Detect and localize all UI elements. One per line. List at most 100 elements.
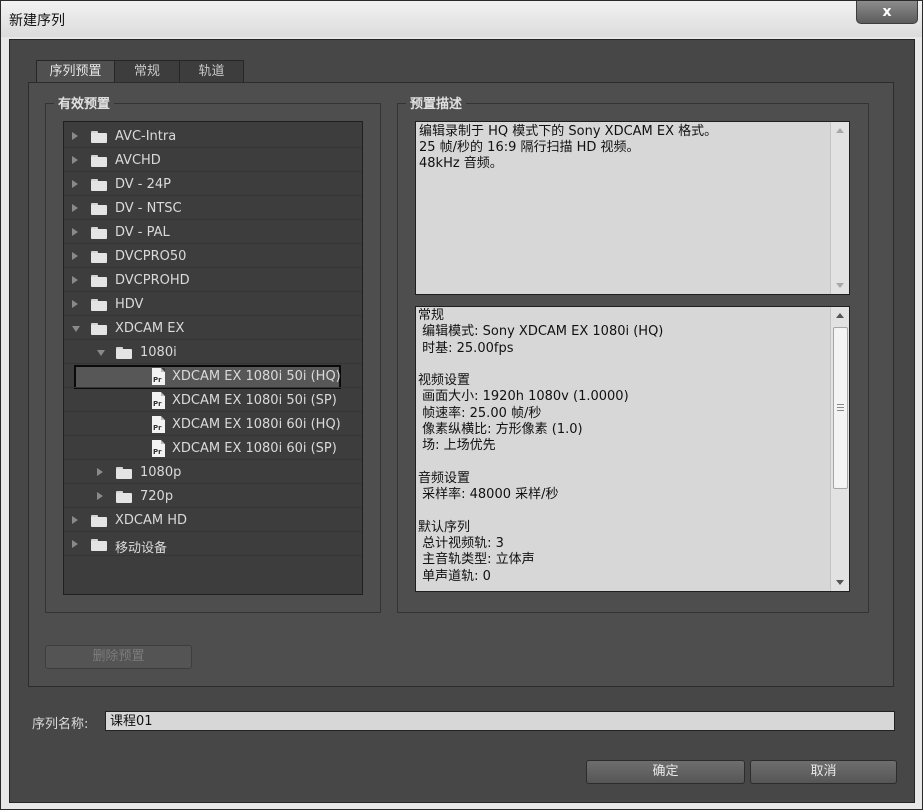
tree-item-label: 移动设备	[115, 541, 168, 556]
collapsed-arrow-icon[interactable]	[72, 276, 78, 284]
tree-folder-item[interactable]: 720p	[64, 486, 362, 508]
title-bar: 新建序列 x	[1, 1, 922, 37]
expanded-arrow-icon[interactable]	[72, 326, 80, 332]
tree-preset-item[interactable]: Pr XDCAM EX 1080i 60i (HQ)	[64, 414, 362, 436]
detail-line: 总计视频轨: 3	[418, 536, 504, 552]
folder-icon	[116, 491, 132, 503]
tree-folder-item[interactable]: 1080p	[64, 462, 362, 484]
detail-line: 常规	[418, 308, 445, 323]
scroll-up-icon[interactable]	[836, 313, 844, 318]
tree-item-label: DV - PAL	[115, 225, 170, 240]
description-line: 编辑录制于 HQ 模式下的 Sony XDCAM EX 格式。	[419, 124, 718, 139]
folder-icon	[91, 155, 107, 167]
preset-description-title: 预置描述	[406, 93, 467, 112]
detail-line: 默认序列	[418, 519, 471, 535]
preset-tree[interactable]: AVC-Intra AVCHD DV - 24P DV - NTSC DV - PAL D…	[63, 121, 363, 595]
tree-folder-item[interactable]: XDCAM EX	[64, 318, 362, 340]
tree-folder-item[interactable]: AVC-Intra	[64, 126, 362, 148]
folder-icon	[116, 347, 132, 359]
tree-folder-item[interactable]: DVCPROHD	[64, 270, 362, 292]
detail-line	[418, 455, 663, 471]
cancel-button[interactable]: 取消	[750, 760, 897, 784]
folder-icon	[91, 251, 107, 263]
tab-general[interactable]: 常规	[114, 60, 180, 82]
collapsed-arrow-icon[interactable]	[97, 468, 103, 476]
sequence-name-label: 序列名称:	[32, 717, 89, 732]
tree-folder-item[interactable]: DV - NTSC	[64, 198, 362, 220]
folder-icon	[91, 323, 107, 335]
collapsed-arrow-icon[interactable]	[72, 540, 78, 548]
collapsed-arrow-icon[interactable]	[72, 132, 78, 140]
detail-line: 场: 上场优先	[418, 438, 496, 454]
detail-line: 像素纵横比: 方形像素 (1.0)	[418, 422, 583, 438]
tree-folder-item[interactable]: 移动设备	[64, 534, 362, 556]
new-sequence-dialog: 新建序列 x 序列预置 常规 轨道 有效预置 AVC-Intra AVCHD DV …	[0, 0, 923, 810]
tree-folder-item[interactable]: 1080i	[64, 342, 362, 364]
details-text: 常规 编辑模式: Sony XDCAM EX 1080i (HQ) 时基: 25…	[418, 308, 663, 585]
scroll-thumb[interactable]	[833, 327, 848, 489]
preset-details-box[interactable]: 常规 编辑模式: Sony XDCAM EX 1080i (HQ) 时基: 25…	[415, 306, 850, 592]
premiere-file-icon: Pr	[152, 392, 165, 409]
premiere-file-icon: Pr	[152, 416, 165, 433]
description-scrollbar[interactable]	[830, 122, 849, 294]
detail-line: 采样率: 48000 采样/秒	[418, 487, 559, 503]
available-presets-title: 有效预置	[54, 93, 115, 112]
expanded-arrow-icon[interactable]	[97, 350, 105, 356]
details-scrollbar[interactable]	[830, 307, 849, 591]
tree-item-label: AVC-Intra	[115, 129, 177, 144]
collapsed-arrow-icon[interactable]	[72, 300, 78, 308]
description-text: 编辑录制于 HQ 模式下的 Sony XDCAM EX 格式。 25 帧/秒的 1…	[419, 124, 717, 172]
folder-icon	[91, 275, 107, 287]
preset-description-box[interactable]: 编辑录制于 HQ 模式下的 Sony XDCAM EX 格式。 25 帧/秒的 1…	[415, 121, 850, 295]
scroll-up-icon[interactable]	[836, 128, 844, 133]
detail-line: 单声道轨: 0	[418, 568, 491, 584]
tree-folder-item[interactable]: AVCHD	[64, 150, 362, 172]
detail-line: 画面大小: 1920h 1080v (1.0000)	[418, 389, 629, 405]
tree-preset-item[interactable]: Pr XDCAM EX 1080i 50i (HQ)	[64, 366, 362, 388]
window-title: 新建序列	[9, 13, 65, 29]
collapsed-arrow-icon[interactable]	[72, 228, 78, 236]
tree-folder-item[interactable]: XDCAM HD	[64, 510, 362, 532]
tree-folder-item[interactable]: DV - PAL	[64, 222, 362, 244]
scroll-down-icon[interactable]	[836, 283, 844, 288]
folder-icon	[91, 515, 107, 527]
collapsed-arrow-icon[interactable]	[72, 516, 78, 524]
tree-item-label: XDCAM EX	[115, 321, 185, 336]
ok-button[interactable]: 确定	[586, 760, 745, 784]
folder-icon	[91, 227, 107, 239]
tree-folder-item[interactable]: DVCPRO50	[64, 246, 362, 268]
tree-item-label: XDCAM HD	[115, 513, 188, 528]
collapsed-arrow-icon[interactable]	[72, 252, 78, 260]
tree-folder-item[interactable]: HDV	[64, 294, 362, 316]
tab-tracks[interactable]: 轨道	[179, 60, 244, 82]
detail-line: 音频设置	[418, 470, 471, 486]
tree-item-label: 1080p	[140, 465, 182, 480]
tree-folder-item[interactable]: DV - 24P	[64, 174, 362, 196]
available-presets-group: 有效预置 AVC-Intra AVCHD DV - 24P DV - NTSC DV -…	[45, 93, 381, 613]
tree-item-label: DVCPRO50	[115, 249, 187, 264]
folder-icon	[91, 203, 107, 215]
tree-item-label: DV - NTSC	[115, 201, 182, 216]
tree-item-label: XDCAM EX 1080i 60i (HQ)	[172, 417, 341, 432]
tree-preset-item[interactable]: Pr XDCAM EX 1080i 50i (SP)	[64, 390, 362, 412]
tree-preset-item[interactable]: Pr XDCAM EX 1080i 60i (SP)	[64, 438, 362, 460]
close-button[interactable]: x	[856, 1, 918, 24]
tree-item-label: DVCPROHD	[115, 273, 190, 288]
collapsed-arrow-icon[interactable]	[97, 492, 103, 500]
detail-line: 视频设置	[418, 373, 471, 389]
description-line: 25 帧/秒的 16:9 隔行扫描 HD 视频。	[419, 140, 640, 155]
folder-icon	[91, 131, 107, 143]
collapsed-arrow-icon[interactable]	[72, 180, 78, 188]
folder-icon	[116, 467, 132, 479]
sequence-name-input[interactable]: 课程01	[105, 711, 895, 731]
detail-line: 时基: 25.00fps	[418, 340, 514, 356]
delete-preset-button[interactable]: 删除预置	[45, 645, 192, 669]
tab-sequence-presets[interactable]: 序列预置	[36, 60, 115, 83]
collapsed-arrow-icon[interactable]	[72, 156, 78, 164]
tree-item-label: 1080i	[140, 345, 177, 360]
detail-line: 主音轨类型: 立体声	[418, 552, 535, 568]
folder-icon	[91, 179, 107, 191]
scroll-down-icon[interactable]	[836, 580, 844, 585]
collapsed-arrow-icon[interactable]	[72, 204, 78, 212]
detail-line: 帧速率: 25.00 帧/秒	[418, 405, 542, 421]
